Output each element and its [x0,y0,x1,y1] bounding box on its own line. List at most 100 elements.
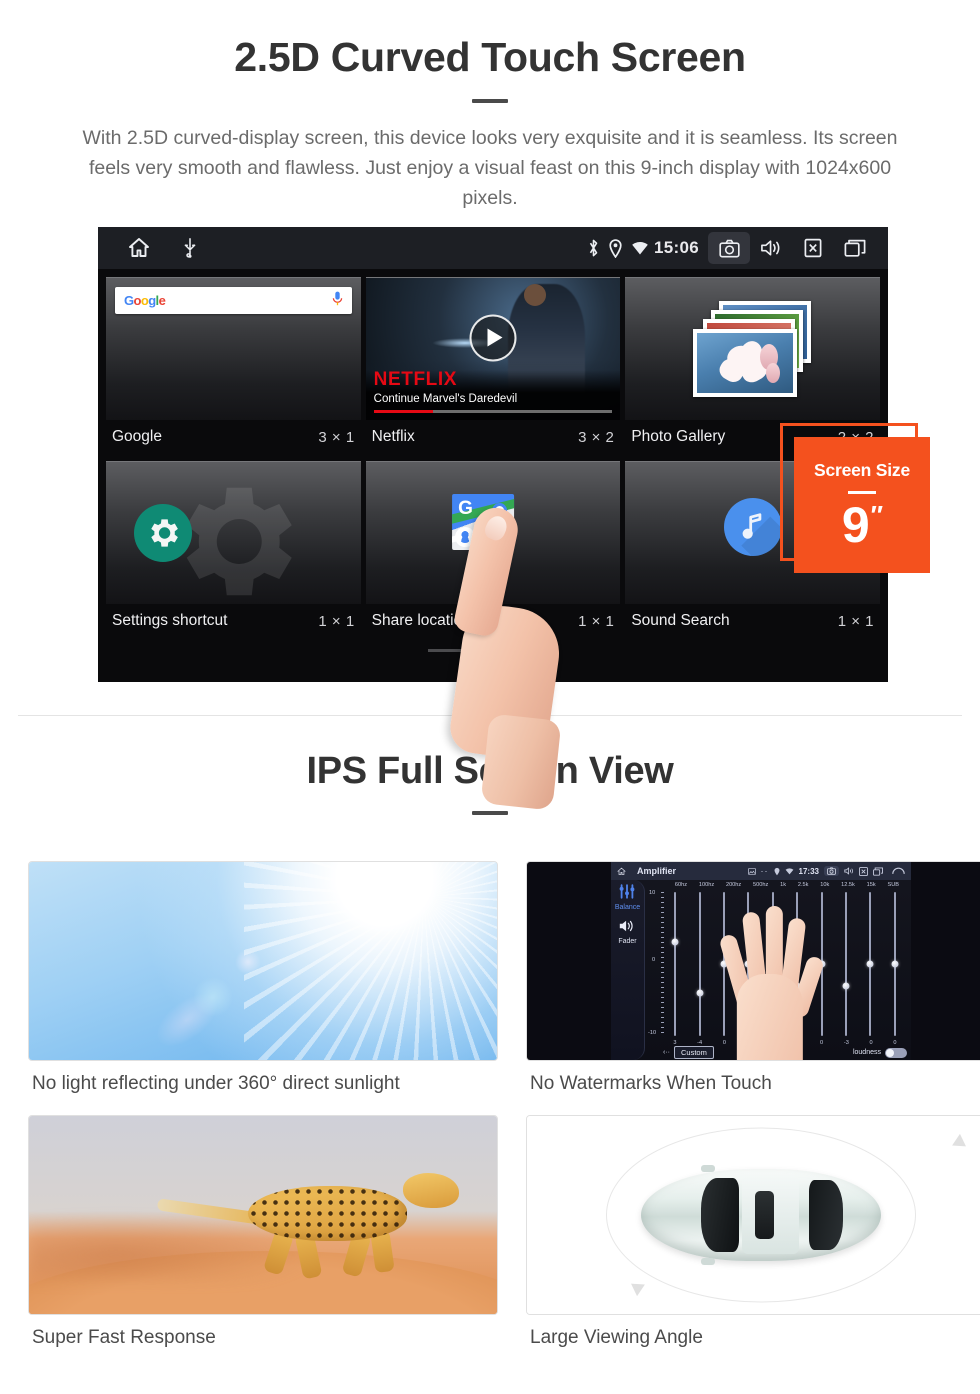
card-caption: Super Fast Response [32,1327,216,1348]
volume-icon[interactable] [750,232,792,264]
widget-meta: Settings shortcut 1 × 1 [106,604,361,640]
badge-divider [848,491,876,494]
badge-body: Screen Size 9″ [794,437,930,573]
eq-slider[interactable] [890,892,900,1036]
location-pin-icon [774,867,780,876]
page-dot-1[interactable] [428,649,466,652]
loudness-toggle[interactable] [885,1047,907,1058]
rotation-arrow-right [952,1133,970,1152]
amplifier-sidebar: Balance Fader [611,880,645,1060]
widget-preview: G [365,461,621,604]
widget-name: Netflix [371,428,415,445]
eq-frequency-labels: 60hz 100hz 200hz 500hz 1k 2.5k 10k 12.5k [651,882,905,888]
amplifier-time: 17:33 [798,866,819,876]
widget-name: Photo Gallery [631,428,726,445]
car-top-view-illustration [526,1115,980,1315]
badge-number: 9 [841,497,870,553]
scale-min: -10 [648,1030,657,1036]
amplifier-title: Amplifier [637,866,677,876]
eq-band-label: SUB [887,882,900,888]
google-logo: Google [124,293,166,308]
microphone-icon[interactable] [332,291,343,311]
cheetah-figure [157,1171,459,1281]
camera-icon[interactable] [824,866,839,876]
netflix-artwork: NETFLIX Continue Marvel's Daredevil [365,278,621,420]
sidebar-item-fader[interactable]: Fader [618,919,637,945]
widget-preview: Google [106,277,361,420]
amplifier-screen: Amplifier ·· 17:33 Balance Fader 60hz 10… [611,862,911,1060]
speaker-icon [618,920,636,937]
scale-mid: 0 [652,957,656,964]
camera-icon[interactable] [708,232,750,264]
eq-band-label: 100hz [698,882,715,888]
google-maps-icon: G [452,493,515,550]
home-icon[interactable] [126,236,152,260]
car-illustration [641,1165,881,1265]
android-home-screen: 15:06 Google Google 3 × 1 NETFLIX Contin… [98,227,888,682]
eq-band-label: 2.5k [797,882,809,888]
volume-icon[interactable] [844,867,854,875]
product-detail-page: 2.5D Curved Touch Screen With 2.5D curve… [0,0,980,1394]
widget-preview [625,277,881,420]
feature-card-viewing-angle: Large Viewing Angle [526,1115,980,1357]
widget-row-top: Google Google 3 × 1 NETFLIX Continue Mar… [106,277,881,456]
recent-apps-icon[interactable] [873,866,883,876]
close-box-icon[interactable] [792,232,834,264]
chevron-left-icon[interactable]: ‹·· [663,1049,670,1056]
page-dot-3[interactable] [520,649,558,652]
eq-band-label: 12.5k [841,882,855,888]
sunlight-sky-photo [28,861,498,1061]
back-icon[interactable] [892,867,905,875]
home-icon[interactable] [617,867,626,876]
widget-meta: Netflix 3 × 2 [366,420,621,456]
scale-max: 10 [649,890,656,896]
ips-screen-section: IPS Full Screen View No light reflecting… [0,716,980,1357]
page-dot-2[interactable] [474,649,512,652]
bluetooth-icon [587,238,600,258]
sidebar-item-balance[interactable]: Balance [615,884,640,911]
sliders-icon [618,884,636,903]
curved-screen-section: 2.5D Curved Touch Screen With 2.5D curve… [0,0,980,811]
card-caption: Large Viewing Angle [530,1327,703,1348]
eq-slider[interactable] [670,892,680,1036]
sidebar-label-balance: Balance [614,904,641,911]
gallery-icon[interactable] [747,867,756,875]
widget-name: Google [112,428,162,445]
feature-card-fast-response: Super Fast Response [28,1115,498,1357]
widget-size: 1 × 1 [318,612,355,630]
eq-slider[interactable] [695,892,705,1036]
title-divider [472,99,508,103]
usb-icon[interactable] [182,237,198,259]
section-description: With 2.5D curved-display screen, this de… [82,127,898,209]
page-indicator[interactable] [106,645,880,661]
preset-button[interactable]: Custom [674,1046,714,1059]
widget-netflix[interactable]: NETFLIX Continue Marvel's Daredevil Netf… [365,277,621,456]
badge-unit: ″ [870,500,884,531]
widget-share-location[interactable]: G Share location 1 × 1 [365,461,621,640]
badge-label: Screen Size [813,460,911,480]
more-icon[interactable]: ·· [761,866,769,876]
card-caption: No light reflecting under 360° direct su… [32,1073,400,1094]
badge-value: 9″ [841,497,884,553]
play-icon[interactable] [469,314,517,362]
widget-google[interactable]: Google Google 3 × 1 [106,277,361,456]
card-caption: No Watermarks When Touch [530,1073,772,1094]
google-search-bar[interactable]: Google [115,287,352,314]
feature-card-sunlight: No light reflecting under 360° direct su… [28,861,498,1103]
recent-apps-icon[interactable] [834,232,876,264]
netflix-subtitle: Continue Marvel's Daredevil [373,393,518,405]
widget-settings-shortcut[interactable]: Settings shortcut 1 × 1 [106,461,361,640]
eq-slider[interactable] [841,892,851,1036]
eq-slider[interactable] [865,892,875,1036]
eq-band-label: 10k [820,882,830,888]
widget-name: Share location [371,612,471,629]
widget-size: 3 × 1 [318,428,355,446]
eq-band-label: 15k [866,882,876,888]
wifi-icon [785,867,794,875]
section2-title: IPS Full Screen View [306,750,674,792]
gear-icon-container [134,504,192,562]
close-box-icon[interactable] [859,866,868,876]
section2-title-divider [472,811,508,815]
music-note-icon [723,498,782,557]
widget-size: 1 × 1 [578,612,615,630]
